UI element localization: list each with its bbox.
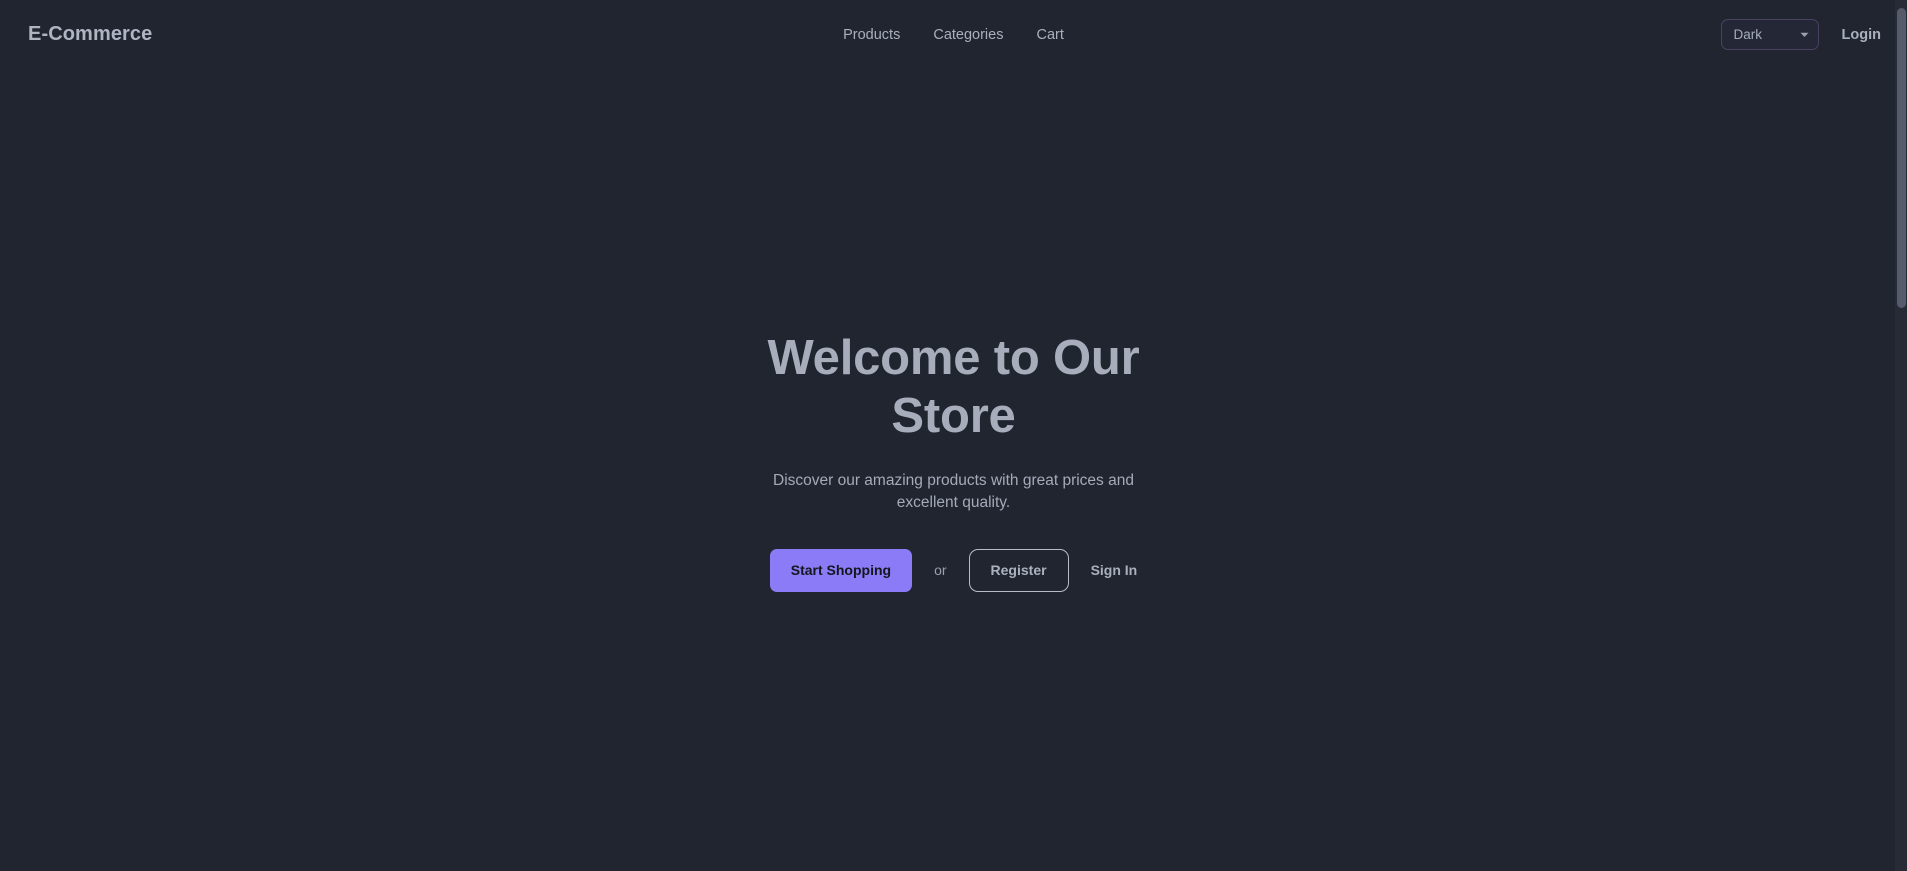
header-actions: Dark Login bbox=[1720, 19, 1881, 50]
main-nav: Products Categories Cart bbox=[843, 0, 1064, 69]
login-link[interactable]: Login bbox=[1842, 27, 1881, 43]
nav-link-products[interactable]: Products bbox=[843, 27, 900, 43]
site-header: E-Commerce Products Categories Cart Dark… bbox=[0, 0, 1907, 69]
register-button[interactable]: Register bbox=[968, 548, 1069, 592]
hero-section: Welcome to Our Store Discover our amazin… bbox=[0, 69, 1907, 871]
sign-in-link[interactable]: Sign In bbox=[1091, 562, 1138, 578]
brand-logo[interactable]: E-Commerce bbox=[28, 23, 152, 46]
or-separator: or bbox=[934, 562, 947, 579]
theme-select[interactable]: Dark bbox=[1720, 19, 1819, 50]
vertical-scrollbar[interactable] bbox=[1895, 0, 1907, 871]
chevron-down-icon bbox=[1800, 32, 1809, 38]
nav-link-cart[interactable]: Cart bbox=[1036, 27, 1063, 43]
theme-select-value: Dark bbox=[1733, 26, 1763, 42]
hero-content: Welcome to Our Store Discover our amazin… bbox=[750, 330, 1158, 592]
page-title: Welcome to Our Store bbox=[767, 331, 1140, 443]
nav-link-categories[interactable]: Categories bbox=[933, 27, 1003, 43]
hero-actions: Start Shopping or Register Sign In bbox=[750, 548, 1158, 592]
start-shopping-button[interactable]: Start Shopping bbox=[769, 548, 913, 592]
hero-subtitle: Discover our amazing products with great… bbox=[773, 471, 1134, 512]
scrollbar-thumb[interactable] bbox=[1897, 8, 1906, 308]
page-root: E-Commerce Products Categories Cart Dark… bbox=[0, 0, 1907, 871]
